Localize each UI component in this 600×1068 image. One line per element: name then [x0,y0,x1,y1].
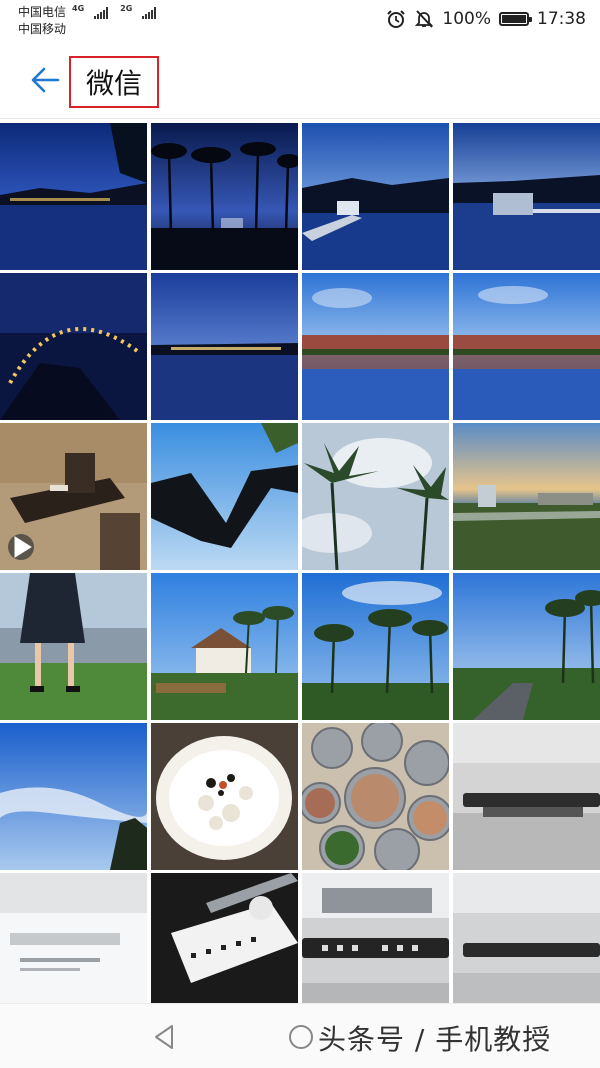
carrier-1-network: 4G [72,4,85,13]
photo-thumbnail[interactable] [0,723,147,870]
photo-thumbnail[interactable] [453,873,600,1003]
signal-icon [94,6,109,19]
photo-thumbnail[interactable] [302,423,449,570]
photo-thumbnail[interactable] [151,573,298,720]
signal-icon [142,6,157,19]
status-icons: 100% 17:38 [386,9,586,29]
carrier-2-network: 2G [120,4,133,13]
photo-thumbnail[interactable] [302,723,449,870]
photo-thumbnail[interactable] [453,123,600,270]
carrier-1-name: 中国电信 [18,5,67,19]
album-header: 微信 [0,42,600,119]
battery-icon [499,12,532,26]
photo-thumbnail[interactable] [453,423,600,570]
photo-thumbnail[interactable] [302,873,449,1003]
alarm-clock-icon [387,10,406,28]
photo-thumbnail[interactable] [151,273,298,420]
carrier-info: 中国电信 4G 2G 中国移动 [18,4,157,38]
photo-thumbnail[interactable] [453,273,600,420]
album-title: 微信 [85,67,142,100]
photo-thumbnail[interactable] [151,873,298,1003]
carrier-2-name: 中国移动 [18,22,67,36]
photo-thumbnail[interactable] [151,423,298,570]
photo-thumbnail[interactable] [0,423,147,570]
triangle-back-icon[interactable] [150,1022,180,1052]
album-title-highlight: 微信 [69,56,159,108]
photo-thumbnail[interactable] [0,573,147,720]
photo-thumbnail[interactable] [453,573,600,720]
arrow-left-icon[interactable] [28,62,64,98]
photo-grid [0,123,600,1003]
circle-home-icon[interactable] [289,1025,313,1049]
bell-muted-icon [415,10,434,28]
photo-thumbnail[interactable] [0,123,147,270]
photo-thumbnail[interactable] [302,573,449,720]
play-icon [8,534,34,560]
watermark-text: 头条号 / 手机教授 [318,1023,552,1056]
photo-thumbnail[interactable] [0,273,147,420]
photo-thumbnail[interactable] [151,123,298,270]
status-bar: 中国电信 4G 2G 中国移动 100% 17:38 [0,0,600,42]
photo-thumbnail[interactable] [302,273,449,420]
photo-thumbnail[interactable] [453,723,600,870]
system-nav-bar: 头条号 / 手机教授 [0,1003,600,1068]
photo-thumbnail[interactable] [0,873,147,1003]
battery-percent: 100% [442,9,491,29]
photo-thumbnail[interactable] [151,723,298,870]
photo-thumbnail[interactable] [302,123,449,270]
clock-time: 17:38 [537,9,586,29]
